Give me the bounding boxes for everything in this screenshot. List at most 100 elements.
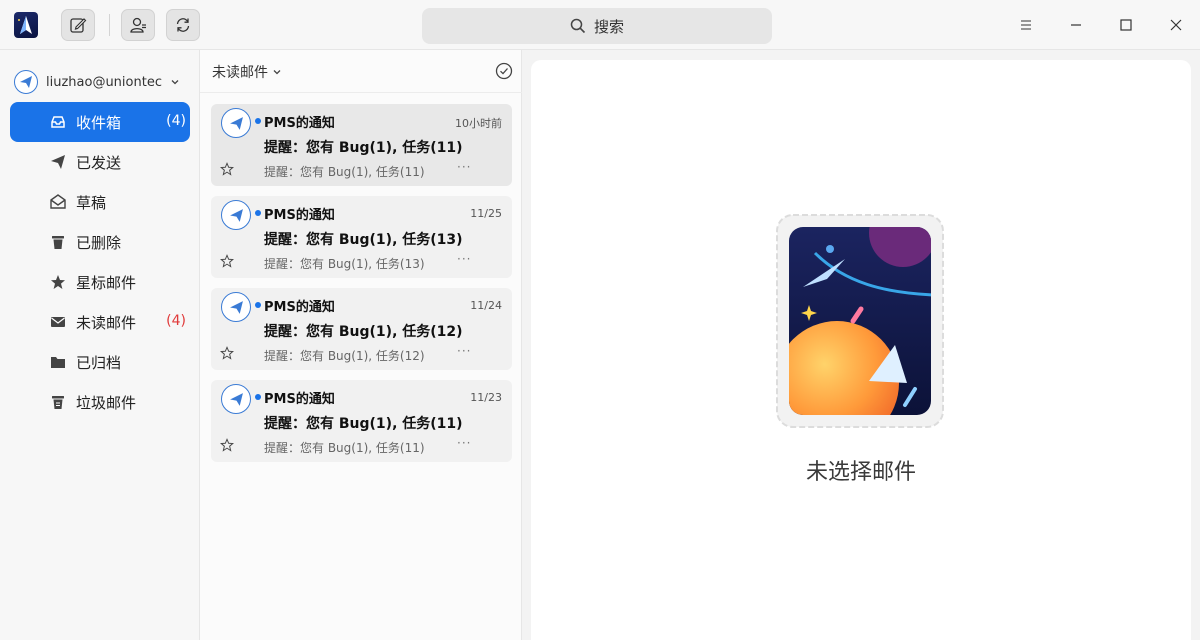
- mail-subject: 提醒：您有 Bug(1), 任务(13): [264, 232, 463, 248]
- mail-time: 11/24: [470, 299, 502, 312]
- sender-avatar: [221, 292, 251, 322]
- contacts-button[interactable]: [121, 9, 155, 41]
- mail-subject: 提醒：您有 Bug(1), 任务(11): [264, 416, 463, 432]
- account-switcher[interactable]: liuzhao@uniontec···: [14, 70, 190, 94]
- compose-button[interactable]: [61, 9, 95, 41]
- app-logo-icon[interactable]: [14, 12, 38, 38]
- sidebar-item-drafts[interactable]: 草稿: [10, 182, 190, 222]
- chevron-down-icon: [171, 80, 179, 85]
- more-options-icon[interactable]: ···: [457, 160, 471, 174]
- sidebar-item-label: 已归档: [76, 353, 122, 372]
- sidebar: liuzhao@uniontec··· 收件箱 (4) 已发送 草稿 已删除 星…: [0, 50, 200, 640]
- sidebar-item-label: 已发送: [76, 153, 122, 172]
- sidebar-item-spam[interactable]: 垃圾邮件: [10, 382, 190, 422]
- unread-count-badge: (4): [166, 113, 186, 129]
- toolbar-divider: [109, 14, 110, 36]
- star-icon: [50, 274, 66, 290]
- folder-icon: [50, 354, 66, 370]
- paper-plane-icon: [229, 392, 243, 406]
- paper-plane-icon: [229, 116, 243, 130]
- more-options-icon[interactable]: ···: [457, 344, 471, 358]
- star-toggle-icon[interactable]: [220, 254, 234, 268]
- search-input[interactable]: 搜索: [422, 8, 772, 44]
- title-bar: 搜索: [0, 0, 1200, 50]
- send-icon: [50, 154, 66, 170]
- unread-dot: [255, 394, 261, 400]
- sidebar-item-label: 已删除: [76, 233, 122, 252]
- star-toggle-icon[interactable]: [220, 162, 234, 176]
- search-placeholder: 搜索: [593, 17, 624, 36]
- sidebar-item-inbox[interactable]: 收件箱 (4): [10, 102, 190, 142]
- minimize-button[interactable]: [1061, 10, 1091, 40]
- sidebar-item-unread[interactable]: 未读邮件 (4): [10, 302, 190, 342]
- account-email: liuzhao@uniontec···: [46, 74, 162, 90]
- unread-dot: [255, 118, 261, 124]
- empty-state-text: 未选择邮件: [805, 460, 916, 485]
- sidebar-item-label: 垃圾邮件: [76, 393, 137, 412]
- mail-list-item[interactable]: PMS的通知 10小时前 提醒：您有 Bug(1), 任务(11) 提醒：您有 …: [211, 104, 512, 186]
- mail-time: 11/25: [470, 207, 502, 220]
- mail-sender: PMS的通知: [264, 116, 335, 131]
- folder-nav: 收件箱 (4) 已发送 草稿 已删除 星标邮件 未读邮件 (4) 已归档 垃圾邮…: [10, 102, 190, 422]
- minimize-icon: [1071, 24, 1081, 26]
- unread-dot: [255, 210, 261, 216]
- spam-icon: [50, 394, 66, 410]
- hamburger-menu-icon: [1021, 20, 1031, 30]
- mail-time: 11/23: [470, 391, 502, 404]
- mail-sender: PMS的通知: [264, 300, 335, 315]
- mail-list-item[interactable]: PMS的通知 11/25 提醒：您有 Bug(1), 任务(13) 提醒：您有 …: [211, 196, 512, 278]
- search-icon: [570, 18, 586, 34]
- refresh-button[interactable]: [166, 9, 200, 41]
- paper-plane-icon: [20, 76, 32, 88]
- mail-sender: PMS的通知: [264, 208, 335, 223]
- star-toggle-icon[interactable]: [220, 438, 234, 452]
- mail-subject: 提醒：您有 Bug(1), 任务(12): [264, 324, 463, 340]
- mail-preview: 提醒：您有 Bug(1), 任务(13): [264, 257, 425, 271]
- sidebar-item-archived[interactable]: 已归档: [10, 342, 190, 382]
- chevron-down-icon: [273, 70, 281, 75]
- mail-preview: 提醒：您有 Bug(1), 任务(11): [264, 441, 425, 455]
- select-all-icon[interactable]: [495, 62, 513, 80]
- sidebar-item-label: 未读邮件: [76, 313, 137, 332]
- mail-list-item[interactable]: PMS的通知 11/23 提醒：您有 Bug(1), 任务(11) 提醒：您有 …: [211, 380, 512, 462]
- sidebar-item-label: 星标邮件: [76, 273, 137, 292]
- mail-list-pane: 未读邮件 PMS的通知 10小时前 提醒：您有 Bug(1), 任务(11) 提…: [200, 50, 522, 640]
- star-toggle-icon[interactable]: [220, 346, 234, 360]
- empty-state-stamp-illustration: [776, 214, 944, 428]
- more-options-icon[interactable]: ···: [457, 436, 471, 450]
- reading-pane: 未选择邮件: [531, 60, 1191, 640]
- maximize-icon: [1120, 19, 1132, 31]
- sidebar-item-label: 收件箱: [76, 113, 122, 132]
- mail-sender: PMS的通知: [264, 392, 335, 407]
- mail-time: 10小时前: [455, 117, 502, 130]
- unread-mail-icon: [50, 314, 66, 330]
- refresh-icon: [176, 18, 190, 32]
- sidebar-item-deleted[interactable]: 已删除: [10, 222, 190, 262]
- sender-avatar: [221, 200, 251, 230]
- mail-list-item[interactable]: PMS的通知 11/24 提醒：您有 Bug(1), 任务(12) 提醒：您有 …: [211, 288, 512, 370]
- sidebar-item-label: 草稿: [76, 193, 107, 212]
- more-options-icon[interactable]: ···: [457, 252, 471, 266]
- draft-icon: [50, 194, 66, 210]
- sidebar-item-sent[interactable]: 已发送: [10, 142, 190, 182]
- sidebar-item-starred[interactable]: 星标邮件: [10, 262, 190, 302]
- mail-preview: 提醒：您有 Bug(1), 任务(11): [264, 165, 425, 179]
- inbox-icon: [50, 114, 66, 130]
- mail-list-header: 未读邮件: [200, 50, 522, 93]
- maximize-button[interactable]: [1111, 10, 1141, 40]
- account-avatar: [14, 70, 38, 94]
- close-icon: [1170, 19, 1182, 31]
- paper-plane-icon: [229, 208, 243, 222]
- close-button[interactable]: [1161, 10, 1191, 40]
- unread-dot: [255, 302, 261, 308]
- sender-avatar: [221, 384, 251, 414]
- paper-plane-icon: [229, 300, 243, 314]
- mail-subject: 提醒：您有 Bug(1), 任务(11): [264, 140, 463, 156]
- menu-button[interactable]: [1011, 10, 1041, 40]
- sender-avatar: [221, 108, 251, 138]
- contacts-icon: [130, 17, 146, 33]
- mail-filter-dropdown[interactable]: 未读邮件: [212, 62, 282, 82]
- unread-count-badge: (4): [166, 313, 186, 329]
- trash-icon: [50, 234, 66, 250]
- mail-preview: 提醒：您有 Bug(1), 任务(12): [264, 349, 425, 363]
